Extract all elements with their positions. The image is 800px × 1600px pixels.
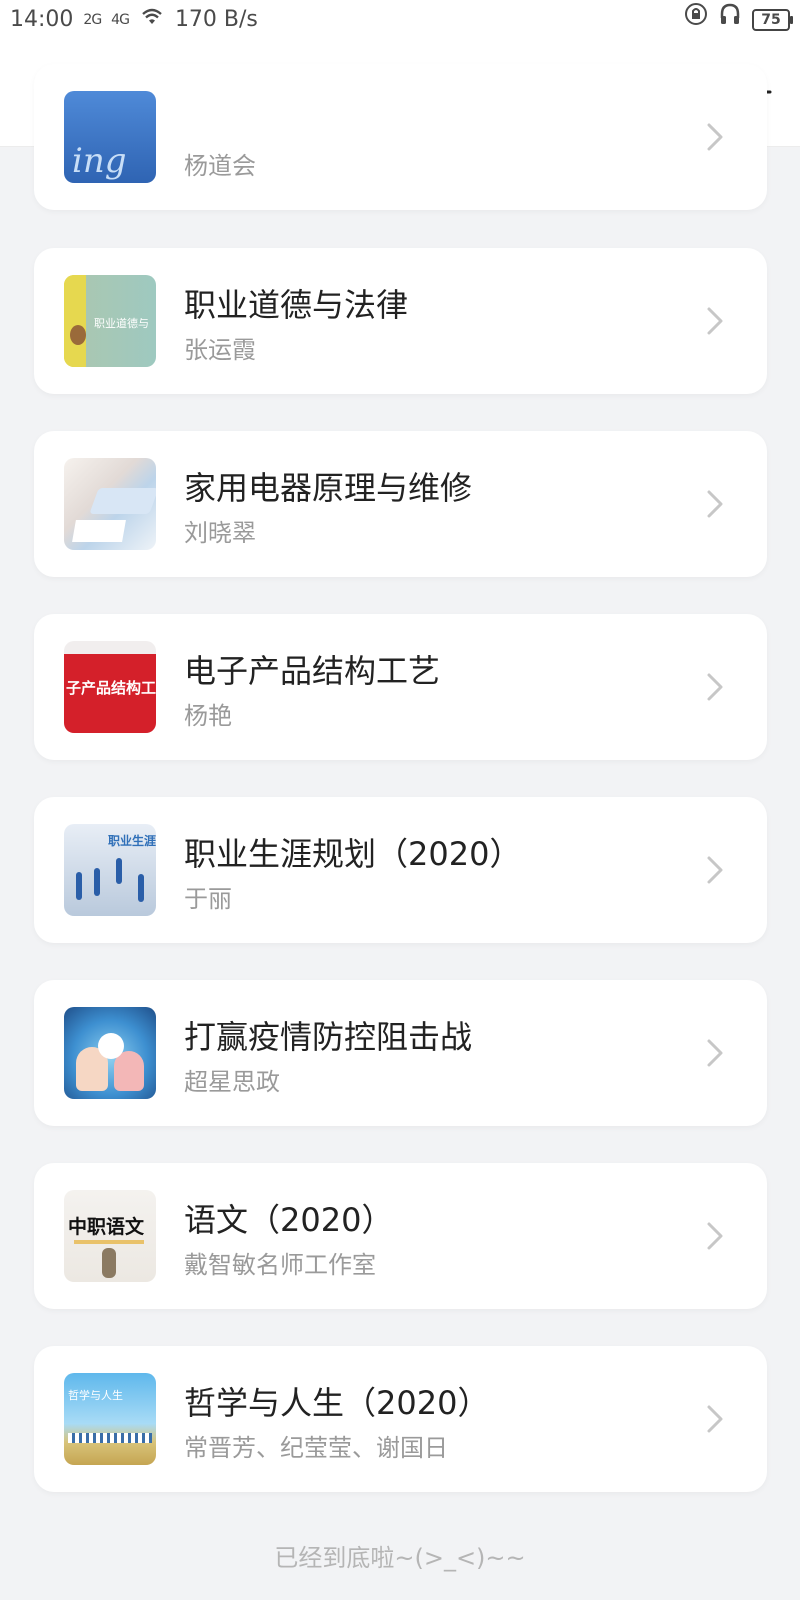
- course-title: 职业道德与法律: [184, 286, 409, 324]
- status-bar: 14:00 2G 4G 170 B/s 75: [0, 0, 800, 40]
- crowd-illustration: [68, 1433, 152, 1443]
- status-time: 14:00: [10, 7, 74, 32]
- thumb-text: ing: [72, 141, 127, 181]
- end-of-list-text: 已经到底啦~(>_<)~~: [274, 1544, 526, 1572]
- course-card[interactable]: 打赢疫情防控阻击战 超星思政: [34, 980, 767, 1126]
- course-title: 职业生涯规划（2020）: [184, 835, 522, 873]
- course-title: 语文（2020）: [184, 1201, 394, 1239]
- figure-illustration: [76, 872, 82, 900]
- child-illustration: [114, 1051, 144, 1091]
- mask-illustration: [98, 1033, 124, 1059]
- wifi-icon: [139, 0, 165, 40]
- thumb-text: 哲学与人生: [68, 1389, 123, 1402]
- course-thumbnail: [64, 458, 156, 550]
- thumb-text: 职业道德与: [94, 317, 149, 330]
- signal-2g-icon: 2G: [83, 12, 102, 28]
- course-thumbnail: 职业生涯: [64, 824, 156, 916]
- course-card[interactable]: 子产品结构工 电子产品结构工艺 杨艳: [34, 614, 767, 760]
- lock-rotation-icon: [684, 0, 708, 40]
- chevron-right-icon: [707, 490, 723, 518]
- signal-4g-icon: 4G: [111, 12, 130, 28]
- course-card[interactable]: 职业生涯 职业生涯规划（2020） 于丽: [34, 797, 767, 943]
- course-card[interactable]: 职业道德与 职业道德与法律 张运霞: [34, 248, 767, 394]
- course-card[interactable]: 家用电器原理与维修 刘晓翠: [34, 431, 767, 577]
- course-thumbnail: ing: [64, 91, 156, 183]
- chevron-right-icon: [707, 1405, 723, 1433]
- figure-illustration: [116, 858, 122, 884]
- course-card[interactable]: ing 杨道会: [34, 64, 767, 210]
- figure-illustration: [102, 1248, 116, 1278]
- status-left: 14:00 2G 4G 170 B/s: [10, 0, 258, 40]
- battery-icon: 75: [752, 9, 793, 31]
- course-teacher: 刘晓翠: [184, 519, 256, 547]
- course-thumbnail: 职业道德与: [64, 275, 156, 367]
- chevron-right-icon: [707, 1039, 723, 1067]
- chevron-right-icon: [707, 1222, 723, 1250]
- course-thumbnail: 中职语文: [64, 1190, 156, 1282]
- chevron-right-icon: [707, 307, 723, 335]
- course-title: 哲学与人生（2020）: [184, 1384, 490, 1422]
- course-teacher: 于丽: [184, 885, 232, 913]
- thumb-text: 中职语文: [68, 1216, 145, 1238]
- status-right: 75: [684, 0, 793, 40]
- thumb-text: 子产品结构工: [66, 679, 156, 697]
- course-teacher: 常晋芳、纪莹莹、谢国日: [184, 1434, 448, 1462]
- course-teacher: 戴智敏名师工作室: [184, 1251, 376, 1279]
- thumb-text: 职业生涯: [108, 834, 156, 848]
- net-speed: 170 B/s: [174, 7, 258, 32]
- paper-illustration: [72, 520, 126, 542]
- course-thumbnail: [64, 1007, 156, 1099]
- course-thumbnail: 子产品结构工: [64, 641, 156, 733]
- course-title: 家用电器原理与维修: [184, 469, 473, 507]
- chevron-right-icon: [707, 856, 723, 884]
- chevron-right-icon: [707, 673, 723, 701]
- course-card[interactable]: 哲学与人生 哲学与人生（2020） 常晋芳、纪莹莹、谢国日: [34, 1346, 767, 1492]
- figure-illustration: [138, 874, 144, 902]
- figure-illustration: [94, 868, 100, 896]
- course-thumbnail: 哲学与人生: [64, 1373, 156, 1465]
- chevron-right-icon: [707, 123, 723, 151]
- book-spine: [64, 275, 86, 367]
- course-teacher: 超星思政: [184, 1068, 280, 1096]
- book-decor: [70, 325, 86, 345]
- subtitle-bar: [74, 1240, 144, 1244]
- keyboard-illustration: [89, 488, 156, 514]
- course-teacher: 杨道会: [184, 152, 256, 180]
- course-teacher: 张运霞: [184, 336, 256, 364]
- headphone-icon: [718, 0, 742, 40]
- course-title: 打赢疫情防控阻击战: [184, 1018, 473, 1056]
- course-card[interactable]: 中职语文 语文（2020） 戴智敏名师工作室: [34, 1163, 767, 1309]
- course-teacher: 杨艳: [184, 702, 232, 730]
- course-title: 电子产品结构工艺: [184, 652, 441, 690]
